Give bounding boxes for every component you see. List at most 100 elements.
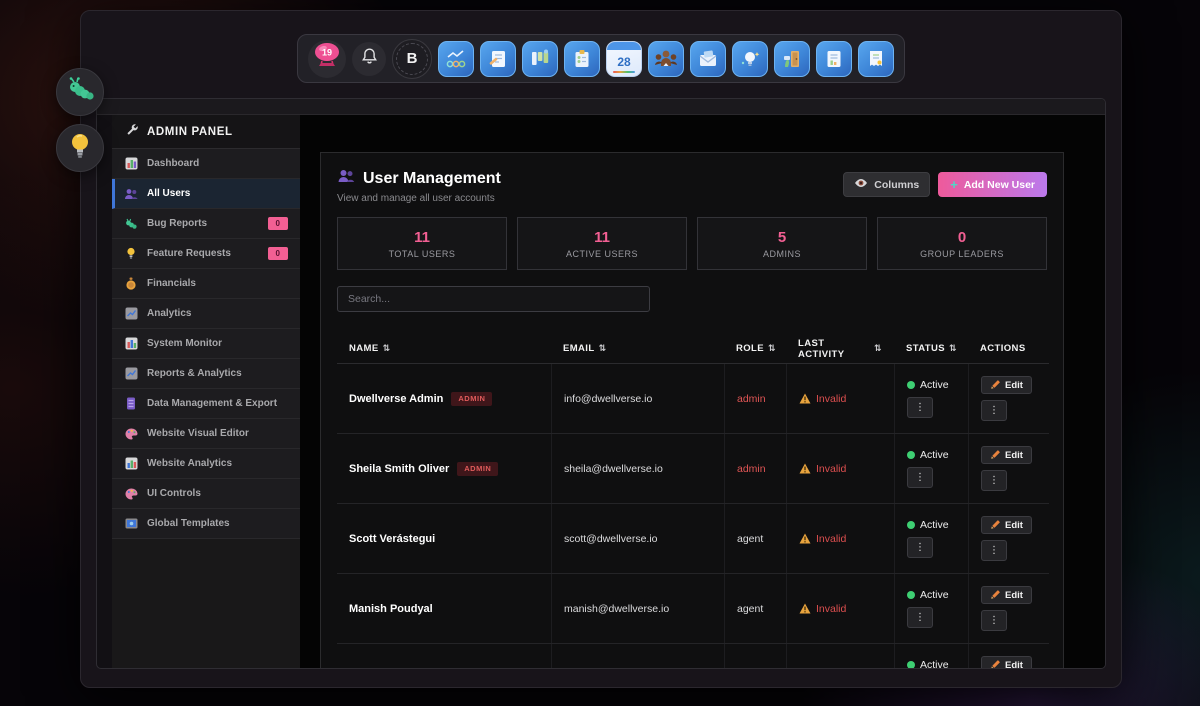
stat-label: TOTAL USERS: [389, 249, 456, 259]
user-email: sheila@dwellverse.io: [564, 463, 663, 475]
admin-badge: ADMIN: [451, 392, 492, 406]
user-role: agent: [737, 533, 763, 545]
sidebar-item-visual-editor[interactable]: Website Visual Editor: [112, 419, 300, 449]
col-header-name[interactable]: NAME⇅: [337, 334, 551, 363]
sidebar-item-label: Financials: [147, 278, 196, 289]
sidebar-item-label: UI Controls: [147, 488, 201, 499]
sidebar-item-reports-analytics[interactable]: Reports & Analytics: [112, 359, 300, 389]
stat-value: 11: [594, 229, 610, 246]
sidebar-item-analytics[interactable]: Analytics: [112, 299, 300, 329]
user-role: admin: [737, 393, 766, 405]
edit-label: Edit: [1005, 590, 1023, 601]
app-mail-icon[interactable]: [690, 41, 726, 77]
calendar-strip: [613, 71, 635, 73]
user-name: Sheila Smith Oliver: [349, 463, 449, 475]
eye-icon: [854, 178, 868, 191]
stat-admins: 5 ADMINS: [697, 217, 867, 270]
last-activity: Invalid: [816, 603, 846, 615]
status-menu-button[interactable]: ⋮: [907, 607, 933, 628]
sidebar-item-ui-controls[interactable]: UI Controls: [112, 479, 300, 509]
notifications-button[interactable]: [352, 42, 386, 76]
status-menu-button[interactable]: ⋮: [907, 537, 933, 558]
main-content: User Management View and manage all user…: [300, 115, 1105, 669]
edit-button[interactable]: Edit: [981, 586, 1032, 604]
warning-icon: [799, 603, 811, 614]
columns-button[interactable]: Columns: [843, 172, 930, 197]
app-report-icon[interactable]: [816, 41, 852, 77]
page-subtitle: View and manage all user accounts: [337, 193, 501, 204]
app-people-icon[interactable]: [648, 41, 684, 77]
last-activity: Invalid: [816, 393, 846, 405]
sidebar-item-financials[interactable]: Financials: [112, 269, 300, 299]
col-header-email[interactable]: EMAIL⇅: [551, 334, 724, 363]
sidebar-item-feature-requests[interactable]: Feature Requests 0: [112, 239, 300, 269]
row-menu-button[interactable]: ⋮: [981, 540, 1007, 561]
bug-count-badge: 0: [268, 217, 288, 230]
stat-active-users: 11 ACTIVE USERS: [517, 217, 687, 270]
chart-line-icon: [124, 367, 138, 380]
app-kanban-icon[interactable]: [522, 41, 558, 77]
sidebar-item-global-templates[interactable]: Global Templates: [112, 509, 300, 539]
app-ideas-icon[interactable]: [732, 41, 768, 77]
col-header-status[interactable]: STATUS⇅: [894, 334, 968, 363]
status-menu-button[interactable]: ⋮: [907, 397, 933, 418]
announcement-button[interactable]: 19: [308, 40, 346, 78]
sidebar-item-data-management[interactable]: Data Management & Export: [112, 389, 300, 419]
app-receipt-icon[interactable]: [858, 41, 894, 77]
stat-label: ACTIVE USERS: [566, 249, 638, 259]
row-menu-button[interactable]: ⋮: [981, 470, 1007, 491]
warning-icon: [799, 463, 811, 474]
status-dot: [907, 451, 915, 459]
app-calendar-icon[interactable]: 28: [606, 41, 642, 77]
edit-button[interactable]: Edit: [981, 446, 1032, 464]
col-header-role[interactable]: ROLE⇅: [724, 334, 786, 363]
edit-button[interactable]: Edit: [981, 376, 1032, 394]
top-dock: 19 B: [297, 34, 905, 83]
admin-badge: ADMIN: [457, 462, 498, 476]
sidebar-item-label: Data Management & Export: [147, 398, 277, 409]
status-label: Active: [920, 379, 949, 391]
app-frame: 19 B: [80, 10, 1122, 688]
sidebar-item-all-users[interactable]: All Users: [112, 179, 300, 209]
page-title: User Management: [363, 170, 501, 188]
profile-button[interactable]: B: [392, 39, 432, 79]
add-new-user-button[interactable]: + Add New User: [938, 172, 1047, 197]
pencil-icon: [990, 380, 1000, 390]
bug-reports-float-button[interactable]: [56, 68, 104, 116]
stat-label: ADMINS: [763, 249, 801, 259]
caterpillar-icon: [65, 77, 95, 108]
status-menu-button[interactable]: ⋮: [907, 467, 933, 488]
sidebar-item-system-monitor[interactable]: System Monitor: [112, 329, 300, 359]
table-row: Sheila Smith Oliver ADMIN sheila@dwellver…: [337, 434, 1049, 504]
lightbulb-icon: [69, 132, 91, 165]
users-icon: [124, 188, 138, 200]
edit-label: Edit: [1005, 520, 1023, 531]
status-dot: [907, 521, 915, 529]
palette-icon: [124, 428, 138, 440]
sidebar-item-dashboard[interactable]: Dashboard: [112, 149, 300, 179]
sidebar-item-bug-reports[interactable]: Bug Reports 0: [112, 209, 300, 239]
sidebar-item-website-analytics[interactable]: Website Analytics: [112, 449, 300, 479]
pencil-icon: [990, 660, 1000, 669]
database-icon: [124, 397, 138, 410]
search-input[interactable]: [337, 286, 650, 312]
row-menu-button[interactable]: ⋮: [981, 610, 1007, 631]
row-menu-button[interactable]: ⋮: [981, 400, 1007, 421]
col-header-last-activity[interactable]: LAST ACTIVITY⇅: [786, 334, 894, 363]
stat-value: 11: [414, 229, 430, 246]
table-row: Active⋮ Edit⋮: [337, 644, 1049, 669]
app-notes-icon[interactable]: [480, 41, 516, 77]
app-analytics-icon[interactable]: [438, 41, 474, 77]
stat-value: 0: [958, 229, 966, 246]
sidebar-item-label: Dashboard: [147, 158, 199, 169]
pencil-icon: [990, 590, 1000, 600]
app-door-icon[interactable]: [774, 41, 810, 77]
edit-button[interactable]: Edit: [981, 516, 1032, 534]
status-dot: [907, 591, 915, 599]
feature-requests-float-button[interactable]: [56, 124, 104, 172]
status-label: Active: [920, 449, 949, 461]
last-activity: Invalid: [816, 463, 846, 475]
edit-button[interactable]: Edit: [981, 656, 1032, 669]
stat-group-leaders: 0 GROUP LEADERS: [877, 217, 1047, 270]
app-clipboard-icon[interactable]: [564, 41, 600, 77]
